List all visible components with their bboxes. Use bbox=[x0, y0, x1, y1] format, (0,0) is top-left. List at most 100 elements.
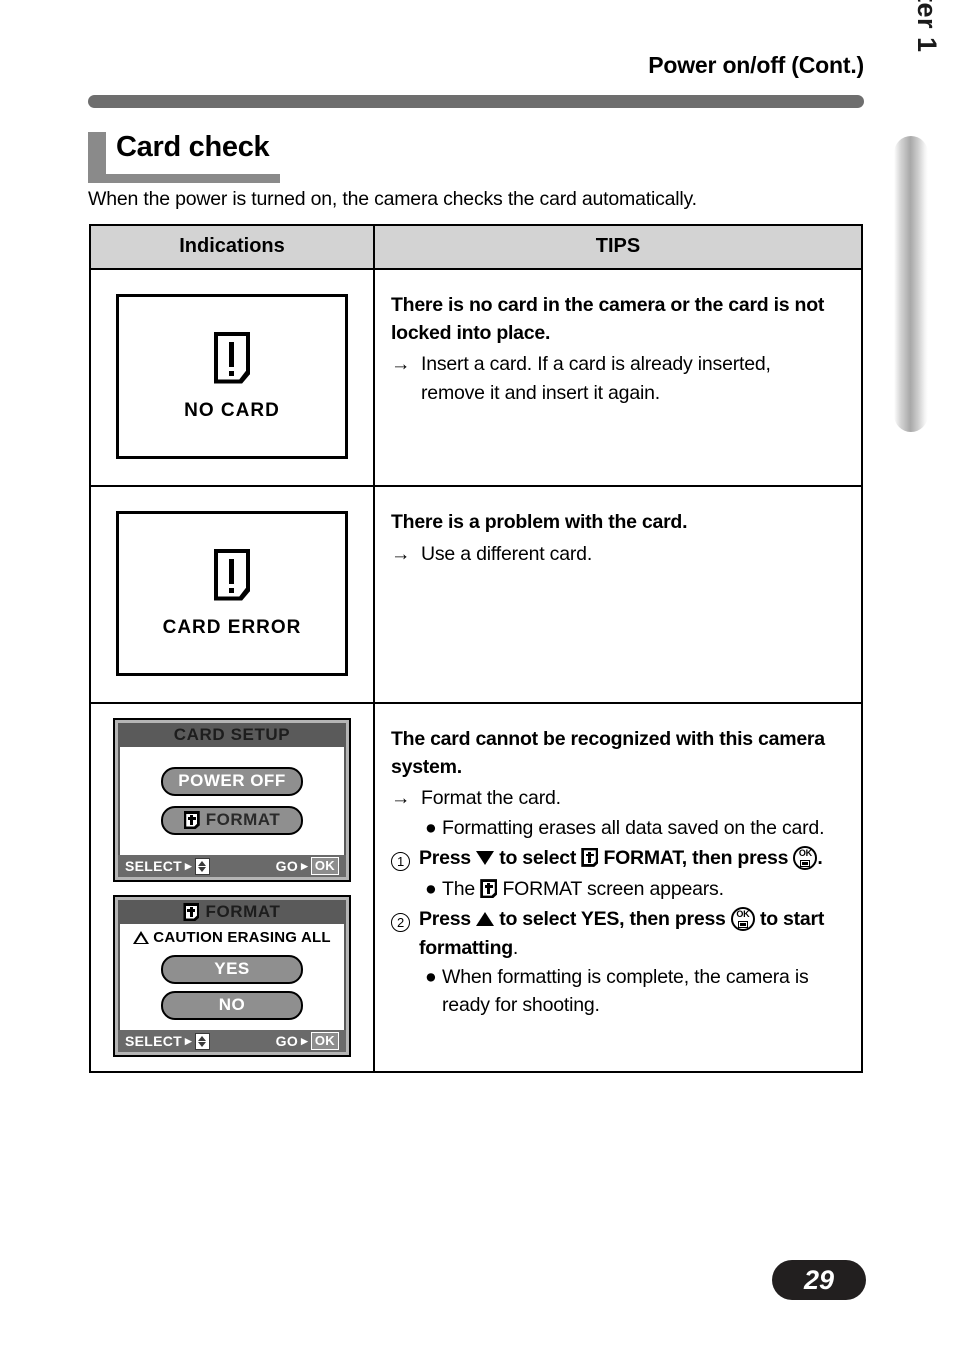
camera-screen-card-setup: CARD SETUP POWER OFF FORMAT SELECT ▸ GO … bbox=[113, 718, 351, 882]
camera-screen-format: FORMAT CAUTION ERASING ALL YES NO SELECT… bbox=[113, 895, 351, 1057]
screen-title: FORMAT bbox=[118, 900, 346, 924]
lcd-display-card-error: CARD ERROR bbox=[116, 511, 348, 676]
footer-go-hint: GO ▸ OK bbox=[276, 1032, 339, 1050]
lcd-label: CARD ERROR bbox=[162, 616, 302, 638]
tips-heading: The card cannot be recognized with this … bbox=[391, 728, 825, 778]
bullet-dot-icon: ● bbox=[425, 878, 437, 901]
tips-step-1: 1 Press to select FORMAT, then press OK. bbox=[391, 844, 839, 874]
tips-cell: There is a problem with the card. → Use … bbox=[375, 487, 861, 702]
menu-item-format[interactable]: FORMAT bbox=[161, 806, 303, 835]
ok-key-icon: OK bbox=[310, 1032, 339, 1050]
menu-item-yes[interactable]: YES bbox=[161, 955, 303, 984]
tips-action-text: Use a different card. bbox=[421, 542, 593, 565]
footer-go-hint: GO ▸ OK bbox=[276, 857, 339, 875]
tips-bullet: ● When formatting is complete, the camer… bbox=[425, 963, 839, 1020]
tips-bullet-text: Formatting erases all data saved on the … bbox=[442, 816, 825, 839]
step-2-text-b: to select YES, then press bbox=[499, 908, 726, 931]
tips-cell: There is no card in the camera or the ca… bbox=[375, 270, 861, 485]
tips-bullet-text: When formatting is complete, the camera … bbox=[442, 965, 809, 1017]
section-heading: Card check bbox=[88, 131, 488, 184]
tips-bullet: ● Formatting erases all data saved on th… bbox=[425, 814, 839, 842]
screen-footer: SELECT ▸ GO ▸ OK bbox=[118, 855, 346, 877]
ok-button-icon: OK bbox=[730, 907, 755, 932]
indication-cell: CARD ERROR bbox=[91, 487, 375, 702]
tips-bullet: ● The FORMAT screen appears. bbox=[425, 875, 839, 903]
lcd-label: NO CARD bbox=[184, 399, 280, 421]
bullet-dot-icon: ● bbox=[425, 816, 437, 839]
indication-cell: NO CARD bbox=[91, 270, 375, 485]
indication-cell: CARD SETUP POWER OFF FORMAT SELECT ▸ GO … bbox=[91, 704, 375, 1071]
screen-footer: SELECT ▸ GO ▸ OK bbox=[118, 1030, 346, 1052]
caution-text: CAUTION ERASING ALL bbox=[153, 929, 331, 946]
screen-title-text: FORMAT bbox=[205, 902, 281, 921]
tips-action-line: → Insert a card. If a card is already in… bbox=[391, 350, 839, 407]
heading-marker-vertical bbox=[88, 132, 106, 174]
ok-key-icon: OK bbox=[310, 857, 339, 875]
tips-heading: There is no card in the camera or the ca… bbox=[391, 294, 825, 344]
screen-body: CAUTION ERASING ALL YES NO bbox=[118, 924, 346, 1030]
lcd-display-no-card: NO CARD bbox=[116, 294, 348, 459]
step-1-text-c: FORMAT, then press bbox=[603, 846, 789, 869]
tips-action-text: Format the card. bbox=[421, 787, 561, 810]
step-number-text: 1 bbox=[391, 851, 410, 871]
arrow-right-small-icon: ▸ bbox=[301, 1033, 308, 1048]
menu-item-label: POWER OFF bbox=[178, 771, 286, 790]
arrow-right-small-icon: ▸ bbox=[185, 1033, 192, 1048]
section-intro-text: When the power is turned on, the camera … bbox=[88, 188, 697, 210]
memory-card-warning-icon bbox=[214, 331, 250, 384]
menu-item-label: YES bbox=[214, 959, 250, 978]
section-heading-text: Card check bbox=[116, 131, 270, 163]
memory-card-icon bbox=[581, 847, 599, 867]
bullet-2-text-b: FORMAT screen appears. bbox=[502, 878, 724, 901]
menu-item-power-off[interactable]: POWER OFF bbox=[161, 767, 303, 796]
tips-step-2: 2 Press to select YES, then press OK to … bbox=[391, 905, 839, 962]
chapter-tab-label: Chapter 1 bbox=[910, 0, 944, 136]
tips-action-line: → Format the card. bbox=[391, 784, 839, 812]
caution-line: CAUTION ERASING ALL bbox=[133, 929, 331, 946]
tips-cell: The card cannot be recognized with this … bbox=[375, 704, 861, 1071]
footer-go-label: GO bbox=[275, 1033, 299, 1049]
screen-title-text: CARD SETUP bbox=[173, 725, 291, 744]
column-header-tips: TIPS bbox=[375, 226, 861, 268]
warning-triangle-icon bbox=[133, 931, 150, 944]
arrow-right-small-icon: ▸ bbox=[301, 858, 308, 873]
card-check-table: Indications TIPS NO CARD There is no car… bbox=[89, 224, 863, 1073]
step-2-text-a: Press bbox=[419, 908, 471, 931]
table-row: CARD ERROR There is a problem with the c… bbox=[91, 485, 861, 702]
tips-heading: There is a problem with the card. bbox=[391, 511, 688, 533]
tips-action-text: Insert a card. If a card is already inse… bbox=[421, 353, 771, 404]
memory-card-warning-icon bbox=[214, 548, 250, 601]
memory-card-icon bbox=[183, 811, 200, 829]
step-1-text-b: to select bbox=[499, 846, 577, 869]
step-1-text-d: . bbox=[817, 846, 823, 869]
page-header: Power on/off (Cont.) bbox=[88, 52, 864, 79]
arrow-right-small-icon: ▸ bbox=[185, 858, 192, 873]
page-header-title: Power on/off (Cont.) bbox=[648, 52, 864, 78]
triangle-up-icon bbox=[476, 912, 495, 927]
header-rule bbox=[88, 95, 864, 108]
up-down-arrows-icon bbox=[194, 1032, 210, 1050]
bullet-dot-icon: ● bbox=[425, 965, 437, 988]
arrow-right-icon: → bbox=[391, 787, 411, 810]
column-header-indications: Indications bbox=[91, 226, 375, 268]
tips-action-line: → Use a different card. bbox=[391, 540, 839, 568]
bullet-2-text-a: The bbox=[442, 878, 476, 901]
chapter-tab bbox=[894, 136, 928, 432]
footer-go-label: GO bbox=[275, 858, 299, 874]
screen-title: CARD SETUP bbox=[118, 723, 346, 747]
page-number-badge: 29 bbox=[772, 1260, 866, 1300]
table-row: CARD SETUP POWER OFF FORMAT SELECT ▸ GO … bbox=[91, 702, 861, 1071]
menu-item-no[interactable]: NO bbox=[161, 991, 303, 1020]
table-header-row: Indications TIPS bbox=[91, 226, 861, 268]
ok-button-icon: OK bbox=[793, 845, 818, 870]
table-row: NO CARD There is no card in the camera o… bbox=[91, 268, 861, 485]
step-1-text-a: Press bbox=[419, 846, 471, 869]
arrow-right-icon: → bbox=[391, 542, 411, 565]
step-number: 1 bbox=[391, 844, 419, 874]
step-2-text-d: . bbox=[512, 936, 519, 959]
up-down-arrows-icon bbox=[194, 857, 210, 875]
triangle-down-icon bbox=[476, 850, 495, 865]
footer-select-hint: SELECT ▸ bbox=[125, 1032, 210, 1050]
footer-select-label: SELECT bbox=[125, 1033, 183, 1049]
heading-marker-underline bbox=[88, 174, 280, 183]
